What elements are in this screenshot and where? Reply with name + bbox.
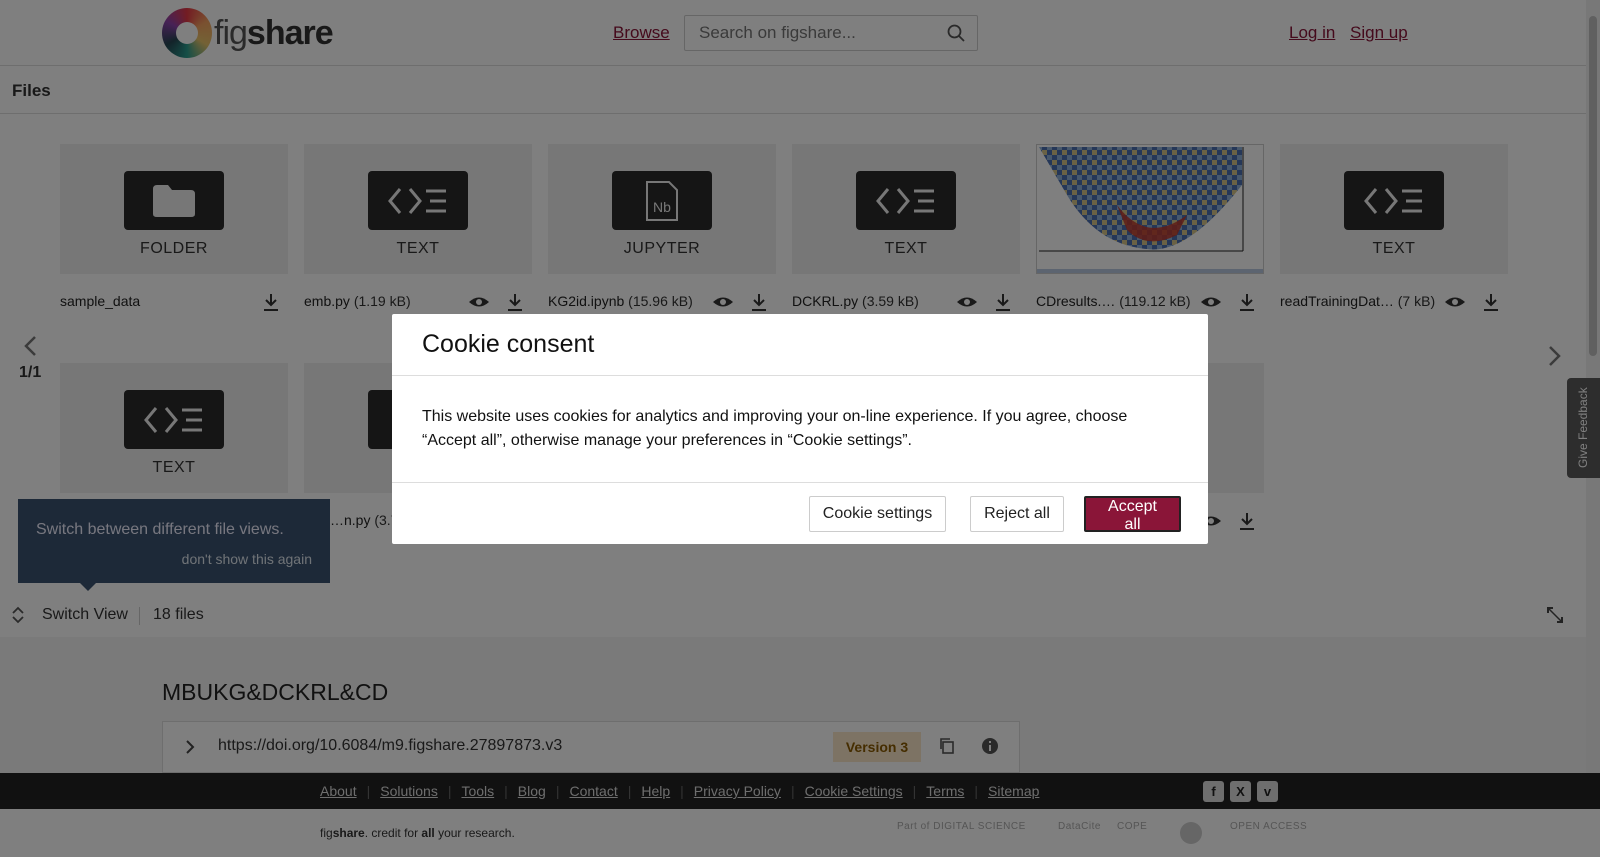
cookie-settings-button[interactable]: Cookie settings <box>809 496 946 532</box>
accept-all-button[interactable]: Accept all <box>1084 496 1181 533</box>
dialog-title: Cookie consent <box>422 330 595 358</box>
dialog-divider <box>392 482 1208 483</box>
cookie-consent-dialog: Cookie consent This website uses cookies… <box>392 314 1208 544</box>
reject-all-button[interactable]: Reject all <box>970 496 1064 532</box>
dialog-divider <box>392 375 1208 376</box>
dialog-message: This website uses cookies for analytics … <box>422 408 1128 449</box>
